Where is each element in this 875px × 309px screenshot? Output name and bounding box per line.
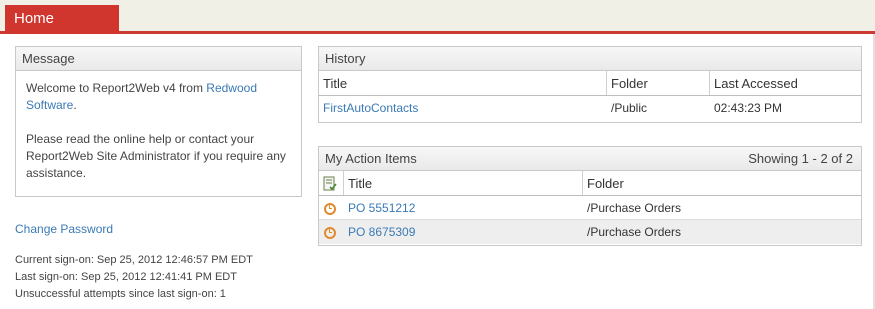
- action-item-folder: /Purchase Orders: [587, 225, 682, 239]
- history-col-last-accessed[interactable]: Last Accessed: [710, 71, 861, 95]
- message-title: Message: [22, 51, 75, 66]
- clock-icon: [324, 202, 336, 215]
- current-signon: Current sign-on: Sep 25, 2012 12:46:57 P…: [15, 254, 253, 266]
- action-items-header-row: Title Folder: [319, 171, 861, 196]
- action-items-title: My Action Items: [325, 151, 417, 166]
- history-header-row: Title Folder Last Accessed: [319, 71, 861, 96]
- action-item-folder: /Purchase Orders: [587, 201, 682, 215]
- welcome-text: Welcome to Report2Web v4 from Redwood So…: [26, 80, 291, 114]
- top-bar: Home: [0, 0, 875, 34]
- tasks-checklist-icon: [323, 176, 337, 191]
- action-items-count: Showing 1 - 2 of 2: [748, 151, 853, 166]
- message-body: Welcome to Report2Web v4 from Redwood So…: [16, 71, 301, 191]
- history-item-folder: /Public: [611, 101, 648, 115]
- action-items-icon-col[interactable]: [319, 171, 344, 195]
- welcome-suffix: .: [73, 98, 77, 112]
- action-items-col-title[interactable]: Title: [344, 171, 583, 195]
- action-item-row: PO 5551212 /Purchase Orders: [319, 196, 861, 220]
- main-content: Message Welcome to Report2Web v4 from Re…: [0, 34, 875, 309]
- change-password-link[interactable]: Change Password: [15, 222, 113, 236]
- clock-icon: [324, 226, 336, 239]
- history-title: History: [325, 51, 366, 66]
- last-signon: Last sign-on: Sep 25, 2012 12:41:41 PM E…: [15, 271, 237, 283]
- tab-home[interactable]: Home: [5, 5, 119, 34]
- action-items-col-folder[interactable]: Folder: [583, 171, 861, 195]
- history-col-title[interactable]: Title: [319, 71, 607, 95]
- welcome-prefix: Welcome to Report2Web v4 from: [26, 81, 207, 95]
- action-items-panel: My Action Items Showing 1 - 2 of 2 Title…: [318, 146, 862, 246]
- history-panel-title: History: [319, 47, 861, 71]
- action-items-panel-title: My Action Items Showing 1 - 2 of 2: [319, 147, 861, 171]
- unsuccessful-attempts: Unsuccessful attempts since last sign-on…: [15, 288, 226, 300]
- action-item-link[interactable]: PO 8675309: [348, 225, 415, 239]
- action-item-link[interactable]: PO 5551212: [348, 201, 415, 215]
- history-col-folder[interactable]: Folder: [607, 71, 710, 95]
- action-item-row: PO 8675309 /Purchase Orders: [319, 220, 861, 244]
- help-text: Please read the online help or contact y…: [26, 132, 286, 180]
- history-item-accessed: 02:43:23 PM: [714, 101, 783, 115]
- history-row: FirstAutoContacts /Public 02:43:23 PM: [319, 96, 861, 120]
- message-panel: Message Welcome to Report2Web v4 from Re…: [15, 46, 302, 197]
- message-panel-title: Message: [16, 47, 301, 71]
- history-panel: History Title Folder Last Accessed First…: [318, 46, 862, 123]
- history-item-link[interactable]: FirstAutoContacts: [323, 101, 418, 115]
